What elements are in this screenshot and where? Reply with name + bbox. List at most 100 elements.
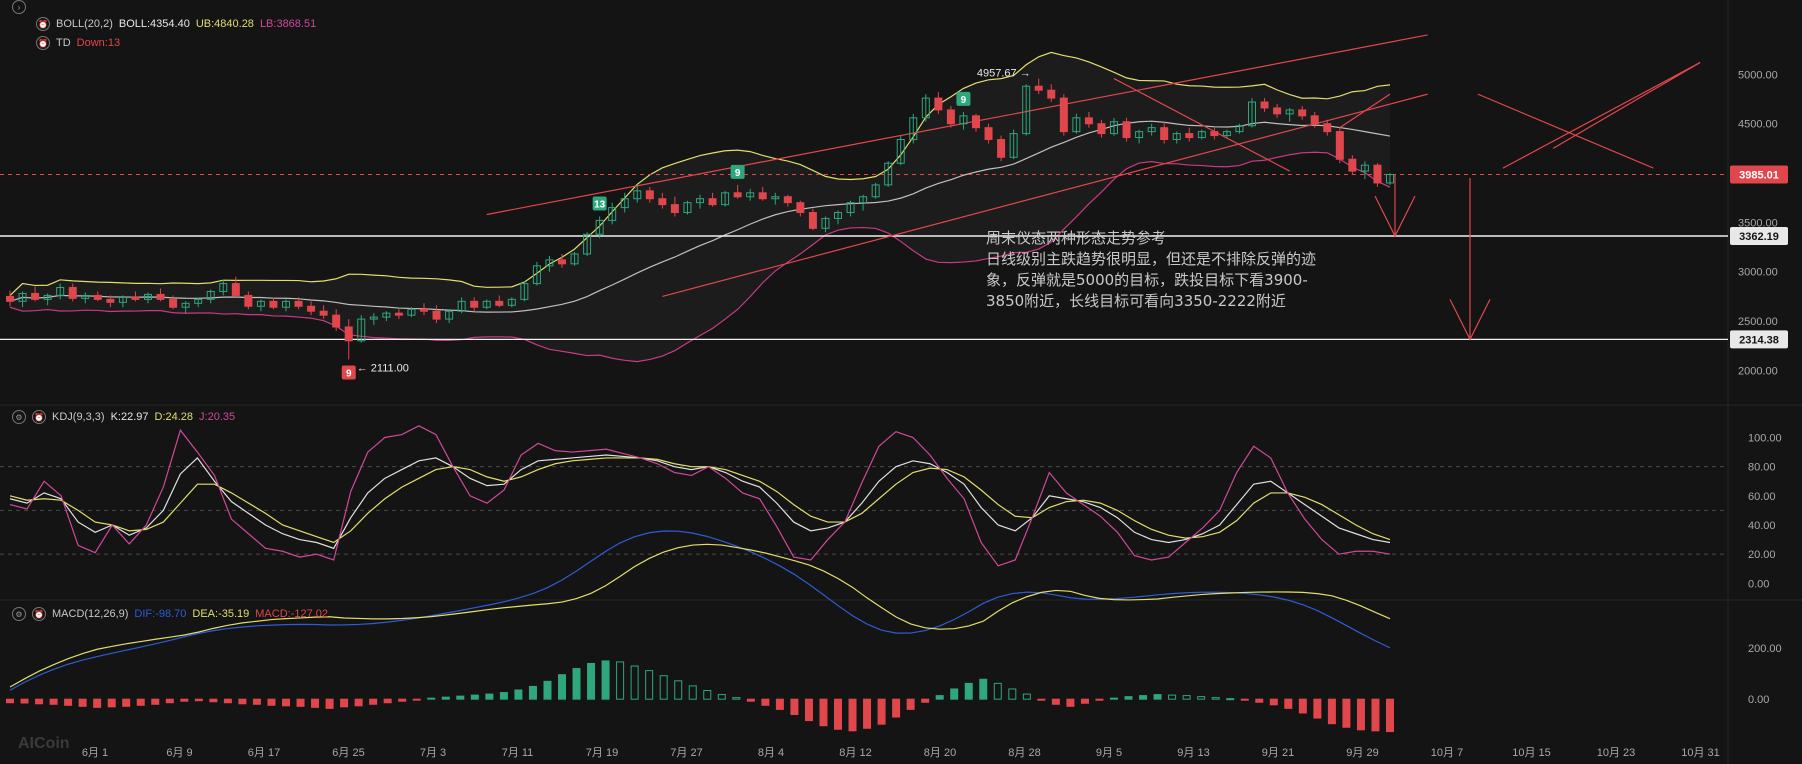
macd-hist-bar [470, 694, 479, 700]
macd-hist-bar [892, 698, 901, 718]
price-axis-tick: 5000.00 [1738, 69, 1778, 81]
td-mark-label: 13 [594, 199, 606, 210]
candle-body [934, 97, 943, 111]
macd-hist-bar [165, 698, 174, 704]
x-axis-label: 7月 27 [670, 747, 702, 759]
kdj-axis-tick: 0.00 [1748, 578, 1769, 590]
macd-hist-bar [252, 698, 261, 705]
candle-body [946, 109, 955, 125]
macd-hist-bar [848, 698, 857, 732]
x-axis-label: 8月 12 [839, 747, 871, 759]
macd-hist-bar [93, 698, 102, 708]
alarm-icon[interactable]: ⏰ [32, 607, 46, 621]
candle-body [231, 283, 240, 296]
macd-hist-bar [601, 660, 610, 700]
macd-hist-bar [1240, 698, 1249, 701]
candle-body [156, 293, 165, 300]
price-axis-tick: 2000.00 [1738, 365, 1778, 377]
candle-body [1373, 164, 1382, 184]
candle-body [972, 115, 980, 129]
candle-body [68, 287, 77, 299]
macd-hist-bar [441, 696, 450, 700]
kdj-axis-tick: 100.00 [1748, 433, 1782, 445]
candle-body [708, 198, 717, 206]
candle-body [1084, 117, 1093, 125]
alarm-icon[interactable]: ⏰ [36, 36, 50, 50]
macd-hist-bar [49, 698, 58, 705]
trend-line [1502, 62, 1701, 169]
macd-hist-bar [863, 698, 872, 729]
candle-body [244, 294, 253, 307]
macd-hist-bar [35, 698, 44, 705]
macd-hist-bar [834, 698, 842, 730]
macd-hist-bar [1037, 698, 1046, 701]
settings-icon[interactable]: ⚙ [12, 607, 26, 621]
macd-hist-bar [340, 698, 349, 708]
boll-ub-value: UB:4840.28 [195, 18, 254, 30]
macd-hist-bar [703, 690, 712, 700]
macd-hist-bar [267, 698, 276, 706]
macd-dea-value: DEA:-35.19 [192, 608, 250, 620]
macd-hist-bar [1211, 697, 1220, 700]
candle-body [1348, 158, 1357, 172]
macd-hist-bar [107, 698, 116, 708]
candle-body [1260, 101, 1269, 109]
macd-hist-bar [717, 694, 726, 700]
macd-hist-bar [746, 698, 755, 702]
macd-hist-bar [775, 698, 784, 710]
candle-body [808, 212, 817, 229]
macd-hist-bar [136, 698, 145, 706]
td-header: ⏰ TD Down:13 [36, 36, 120, 50]
low-annotation: ← 2111.00 [357, 362, 409, 374]
macd-hist-bar [877, 698, 886, 725]
candle-body [658, 198, 667, 206]
x-axis-label: 10月 31 [1681, 747, 1720, 759]
chevron-right-icon[interactable]: › [12, 0, 26, 14]
candle-body [319, 310, 328, 316]
td-mark-label: 9 [346, 368, 352, 379]
x-axis-label: 7月 11 [502, 747, 534, 759]
macd-hist-bar [369, 698, 378, 705]
macd-hist-bar [78, 698, 87, 707]
macd-hist-bar [1051, 698, 1060, 705]
macd-hist-bar [1298, 698, 1307, 714]
candle-body [432, 310, 441, 320]
price-axis-tick: 3000.00 [1738, 267, 1778, 279]
macd-hist-bar [921, 698, 930, 703]
candle-body [394, 312, 403, 316]
macd-hist-bar [993, 682, 1002, 700]
candle-body [332, 314, 341, 328]
price-label: 3362.19 [1739, 231, 1779, 243]
macd-hist-bar [6, 698, 14, 704]
boll-label: BOLL(20,2) [56, 18, 113, 30]
macd-hist-bar [1284, 698, 1293, 709]
candle-body [307, 305, 316, 312]
x-axis-label: 6月 17 [248, 747, 280, 759]
settings-icon[interactable]: ⚙ [12, 410, 26, 424]
alarm-icon[interactable]: ⏰ [36, 17, 50, 31]
kdj-axis-tick: 60.00 [1748, 491, 1776, 503]
td-value: Down:13 [76, 37, 121, 49]
macd-hist-bar [964, 682, 973, 700]
macd-hist-bar [1269, 698, 1278, 706]
macd-hist-bar [572, 668, 581, 700]
candle-body [783, 196, 792, 204]
macd-hist-bar [180, 698, 189, 702]
collapse-icon[interactable]: › [12, 0, 26, 14]
x-axis-label: 10月 15 [1512, 747, 1551, 759]
kdj-header: ⚙ ⏰ KDJ(9,3,3) K:22.97 D:24.28 J:20.35 [12, 410, 235, 424]
price-label: 2314.38 [1739, 334, 1779, 346]
macd-hist-bar [1139, 695, 1148, 700]
alarm-icon[interactable]: ⏰ [32, 410, 46, 424]
analysis-note: 周末仪态两种形态走势参考 日线级别主跌趋势很明显，但还是不排除反弹的迹象，反弹就… [986, 228, 1326, 312]
macd-axis-tick: 0.00 [1748, 694, 1769, 706]
candle-body [1097, 123, 1106, 135]
watermark-logo: AICoin [18, 735, 70, 752]
macd-hist-bar [354, 698, 363, 707]
macd-axis-tick: 200.00 [1748, 643, 1782, 655]
x-axis-label: 7月 19 [586, 747, 618, 759]
chart-canvas[interactable]: 913994957.67 →← 2111.005000.004500.00400… [0, 0, 1802, 764]
macd-header: ⚙ ⏰ MACD(12,26,9) DIF:-98.70 DEA:-35.19 … [12, 607, 328, 621]
macd-hist-bar [412, 698, 421, 701]
macd-hist-bar [194, 698, 203, 702]
